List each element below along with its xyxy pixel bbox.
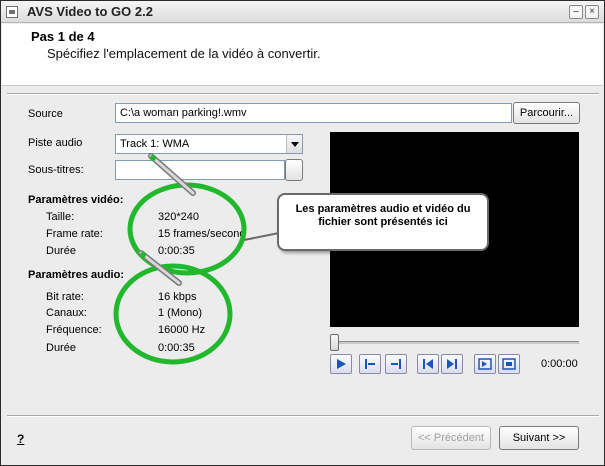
- source-path-input[interactable]: C:\a woman parking!.wmv: [115, 103, 512, 123]
- wizard-header: Pas 1 de 4 Spécifiez l'emplacement de la…: [2, 24, 603, 86]
- mark-out-icon: [391, 359, 401, 369]
- chevron-down-icon[interactable]: [286, 135, 302, 153]
- skip-end-icon: [447, 359, 457, 369]
- frame-rate-value: 15 frames/second: [158, 228, 246, 240]
- audio-duration-label: Durée: [46, 342, 76, 354]
- channels-value: 1 (Mono): [158, 307, 203, 319]
- app-icon: [6, 6, 18, 18]
- subtitles-browse-button[interactable]: [285, 159, 303, 181]
- audio-track-label: Piste audio: [28, 137, 83, 149]
- mark-out-button[interactable]: [385, 354, 407, 374]
- fit-button[interactable]: [498, 354, 520, 374]
- next-button[interactable]: Suivant >>: [499, 426, 579, 450]
- skip-end-button[interactable]: [441, 354, 463, 374]
- seek-slider-track[interactable]: [334, 341, 579, 344]
- info-callout: Les paramètres audio et vidéo du fichier…: [277, 193, 489, 251]
- video-params-heading: Paramètres vidéo:: [28, 194, 124, 206]
- audio-track-select[interactable]: Track 1: WMA: [115, 134, 303, 154]
- app-window: AVS Video to GO 2.2 – × Pas 1 de 4 Spéci…: [0, 0, 605, 466]
- audio-params-heading: Paramètres audio:: [28, 269, 124, 281]
- source-label: Source: [28, 108, 63, 120]
- skip-start-icon: [423, 359, 433, 369]
- skip-start-button[interactable]: [417, 354, 439, 374]
- title-bar: AVS Video to GO 2.2 – ×: [1, 1, 604, 23]
- channels-label: Canaux:: [46, 307, 87, 319]
- fit-icon: [502, 358, 516, 370]
- window-title: AVS Video to GO 2.2: [27, 4, 153, 19]
- audio-duration-value: 0:00:35: [158, 342, 195, 354]
- video-size-label: Taille:: [46, 211, 75, 223]
- help-link[interactable]: ?: [17, 432, 24, 446]
- subtitles-label: Sous-titres:: [28, 164, 84, 176]
- step-title: Pas 1 de 4: [31, 29, 95, 44]
- mark-in-icon: [365, 359, 375, 369]
- time-readout: 0:00:00: [541, 358, 578, 370]
- video-duration-value: 0:00:35: [158, 245, 195, 257]
- step-description: Spécifiez l'emplacement de la vidéo à co…: [47, 46, 321, 61]
- seek-slider-thumb[interactable]: [330, 334, 339, 351]
- next-frame-icon: [478, 358, 492, 370]
- bit-rate-label: Bit rate:: [46, 291, 84, 303]
- frequency-value: 16000 Hz: [158, 324, 206, 336]
- play-icon: [337, 359, 346, 369]
- frame-rate-label: Frame rate:: [46, 228, 103, 240]
- video-duration-label: Durée: [46, 245, 76, 257]
- play-button[interactable]: [330, 354, 352, 374]
- video-size-value: 320*240: [158, 211, 199, 223]
- browse-button[interactable]: Parcourir...: [513, 102, 580, 124]
- audio-track-value: Track 1: WMA: [120, 138, 190, 150]
- callout-pointer: [243, 232, 280, 241]
- frequency-label: Fréquence:: [46, 324, 102, 336]
- subtitles-input[interactable]: [115, 160, 285, 180]
- bit-rate-value: 16 kbps: [158, 291, 197, 303]
- mark-in-button[interactable]: [359, 354, 381, 374]
- divider: [7, 93, 599, 95]
- next-frame-button[interactable]: [474, 354, 496, 374]
- previous-button[interactable]: << Précédent: [411, 426, 491, 450]
- divider: [7, 415, 599, 417]
- close-button[interactable]: ×: [585, 5, 599, 19]
- minimize-button[interactable]: –: [569, 5, 583, 19]
